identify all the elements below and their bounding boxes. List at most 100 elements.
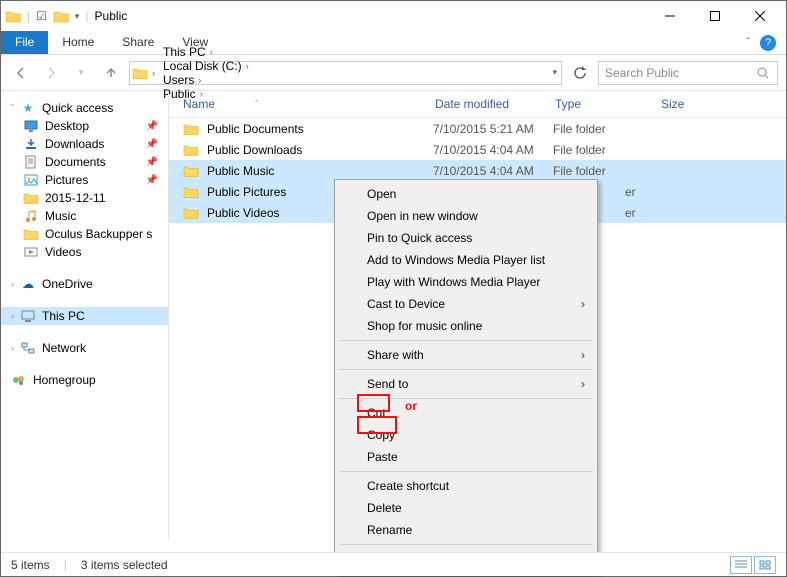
sidebar-this-pc[interactable]: › This PC (1, 307, 168, 325)
context-menu-item[interactable]: Paste (337, 446, 595, 468)
pin-icon: 📌 (146, 157, 164, 168)
context-menu-item[interactable]: Create shortcut (337, 475, 595, 497)
sidebar-onedrive[interactable]: › ☁ OneDrive (1, 275, 168, 293)
address-dropdown-icon[interactable]: ▾ (552, 67, 557, 78)
ribbon-expand-icon[interactable]: ˇ (747, 37, 750, 48)
context-menu-item[interactable]: Shop for music online (337, 315, 595, 337)
file-type: File folder (553, 164, 659, 178)
breadcrumb-segment[interactable]: Users› (159, 73, 253, 87)
tab-home[interactable]: Home (48, 31, 108, 54)
address-chevron-icon[interactable]: › (148, 68, 159, 78)
search-icon (755, 66, 771, 80)
status-divider: | (64, 558, 67, 572)
annotation-cut-box (357, 394, 390, 412)
sidebar-network[interactable]: › Network (1, 339, 168, 357)
context-menu-item[interactable]: Share with (337, 344, 595, 366)
search-input[interactable]: Search Public (598, 61, 778, 85)
sidebar-item[interactable]: Oculus Backupper s (1, 225, 168, 243)
context-menu-separator (339, 369, 593, 370)
context-menu-item[interactable]: Open (337, 183, 595, 205)
annotation-copy-box (357, 416, 397, 434)
column-header-date[interactable]: Date modified (435, 97, 555, 111)
breadcrumb-segment[interactable]: Local Disk (C:)› (159, 59, 253, 73)
sidebar-item[interactable]: Pictures 📌 (1, 171, 168, 189)
sidebar-item-label: Homegroup (33, 373, 96, 387)
folder-icon (183, 185, 199, 199)
refresh-button[interactable] (568, 61, 592, 85)
videos-icon (23, 245, 39, 259)
breadcrumb-segment[interactable]: This PC› (159, 45, 253, 59)
file-type: File folder (553, 122, 659, 136)
pin-icon: 📌 (146, 175, 164, 186)
context-menu-item[interactable]: Play with Windows Media Player (337, 271, 595, 293)
sidebar-item-label: 2015-12-11 (45, 191, 106, 205)
folder-icon (183, 206, 199, 220)
music-icon (23, 209, 39, 223)
desktop-icon (23, 119, 39, 133)
sidebar-homegroup[interactable]: Homegroup (1, 371, 168, 389)
context-menu-item[interactable]: Send to (337, 373, 595, 395)
folder-icon (23, 191, 39, 205)
pin-icon: 📌 (146, 139, 164, 150)
status-selected-count: 3 items selected (81, 558, 168, 572)
sidebar-item[interactable]: Music (1, 207, 168, 225)
folder-icon (183, 164, 199, 178)
column-header-size[interactable]: Size (661, 97, 721, 111)
sidebar-item-label: Music (45, 209, 76, 223)
search-placeholder: Search Public (605, 66, 679, 80)
qat-chevron-icon[interactable]: ▾ (75, 11, 80, 22)
sidebar-quick-access[interactable]: ˇ ★ Quick access (1, 99, 168, 117)
ribbon-tabs: File Home Share View ˇ ? (1, 31, 786, 55)
close-button[interactable] (737, 2, 782, 30)
context-menu-item[interactable]: Cast to Device (337, 293, 595, 315)
context-menu-item[interactable]: Rename (337, 519, 595, 541)
title-bar: | ☑ ▾ | Public (1, 1, 786, 31)
qat-newfolder-icon[interactable] (53, 9, 69, 23)
chevron-right-icon: › (11, 279, 14, 289)
qat-separator: | (27, 9, 30, 23)
context-menu-separator (339, 340, 593, 341)
sidebar-item[interactable]: Downloads📌 (1, 135, 168, 153)
sidebar-item-label: Oculus Backupper s (45, 227, 152, 241)
sidebar-item-label: Quick access (42, 101, 113, 115)
sidebar-item[interactable]: Documents📌 (1, 153, 168, 171)
address-bar[interactable]: › This PC›Local Disk (C:)›Users›Public› … (129, 61, 562, 85)
view-details-button[interactable] (730, 556, 752, 574)
pin-icon: 📌 (146, 121, 164, 132)
context-menu-item[interactable]: Add to Windows Media Player list (337, 249, 595, 271)
nav-forward-button[interactable] (39, 61, 63, 85)
nav-up-button[interactable] (99, 61, 123, 85)
window-title: Public (95, 9, 128, 23)
address-folder-icon (132, 66, 148, 80)
table-row[interactable]: Public Music7/10/2015 4:04 AMFile folder (169, 160, 786, 181)
table-row[interactable]: Public Documents7/10/2015 5:21 AMFile fo… (169, 118, 786, 139)
column-header-type[interactable]: Type (555, 97, 661, 111)
pictures-icon (23, 173, 39, 187)
chevron-down-icon: ˇ (11, 103, 14, 113)
tab-file[interactable]: File (1, 31, 48, 54)
maximize-button[interactable] (692, 2, 737, 30)
column-header-name[interactable]: Nameˆ (177, 97, 435, 111)
chevron-right-icon: › (11, 311, 14, 321)
qat-properties-icon[interactable]: ☑ (36, 9, 47, 23)
file-date: 7/10/2015 4:04 AM (433, 164, 553, 178)
minimize-button[interactable] (647, 2, 692, 30)
nav-row: ▾ › This PC›Local Disk (C:)›Users›Public… (1, 55, 786, 91)
sidebar-item-label: Network (42, 341, 86, 355)
sidebar: ˇ ★ Quick access Desktop📌Downloads📌Docum… (1, 91, 169, 539)
help-icon[interactable]: ? (760, 35, 776, 51)
network-icon (20, 341, 36, 355)
sidebar-item[interactable]: Videos (1, 243, 168, 261)
sidebar-item-label: Pictures (45, 173, 88, 187)
context-menu-item[interactable]: Open in new window (337, 205, 595, 227)
context-menu-item[interactable]: Pin to Quick access (337, 227, 595, 249)
nav-recent-chevron-icon[interactable]: ▾ (69, 61, 93, 85)
sidebar-item[interactable]: 2015-12-11 (1, 189, 168, 207)
table-row[interactable]: Public Downloads7/10/2015 4:04 AMFile fo… (169, 139, 786, 160)
nav-back-button[interactable] (9, 61, 33, 85)
context-menu-separator (339, 544, 593, 545)
context-menu-item[interactable]: Delete (337, 497, 595, 519)
context-menu-separator (339, 471, 593, 472)
view-large-icons-button[interactable] (754, 556, 776, 574)
sidebar-item[interactable]: Desktop📌 (1, 117, 168, 135)
